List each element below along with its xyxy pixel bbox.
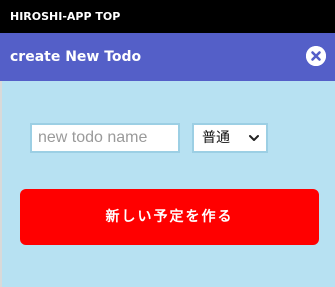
modal-body: 普通 新しい予定を作る	[0, 81, 335, 287]
app-title: HIROSHI-APP TOP	[10, 10, 121, 23]
close-icon	[306, 46, 326, 66]
modal-header: create New Todo	[0, 33, 335, 81]
create-todo-button[interactable]: 新しい予定を作る	[20, 189, 319, 245]
priority-selected-value: 普通	[202, 130, 230, 146]
app-top-bar: HIROSHI-APP TOP	[0, 0, 335, 33]
chevron-down-icon	[249, 135, 259, 141]
todo-name-input[interactable]	[30, 123, 180, 153]
modal-title: create New Todo	[10, 49, 142, 65]
create-todo-button-label: 新しい予定を作る	[105, 209, 234, 225]
priority-select[interactable]: 普通	[192, 123, 268, 153]
close-button[interactable]	[306, 46, 326, 66]
